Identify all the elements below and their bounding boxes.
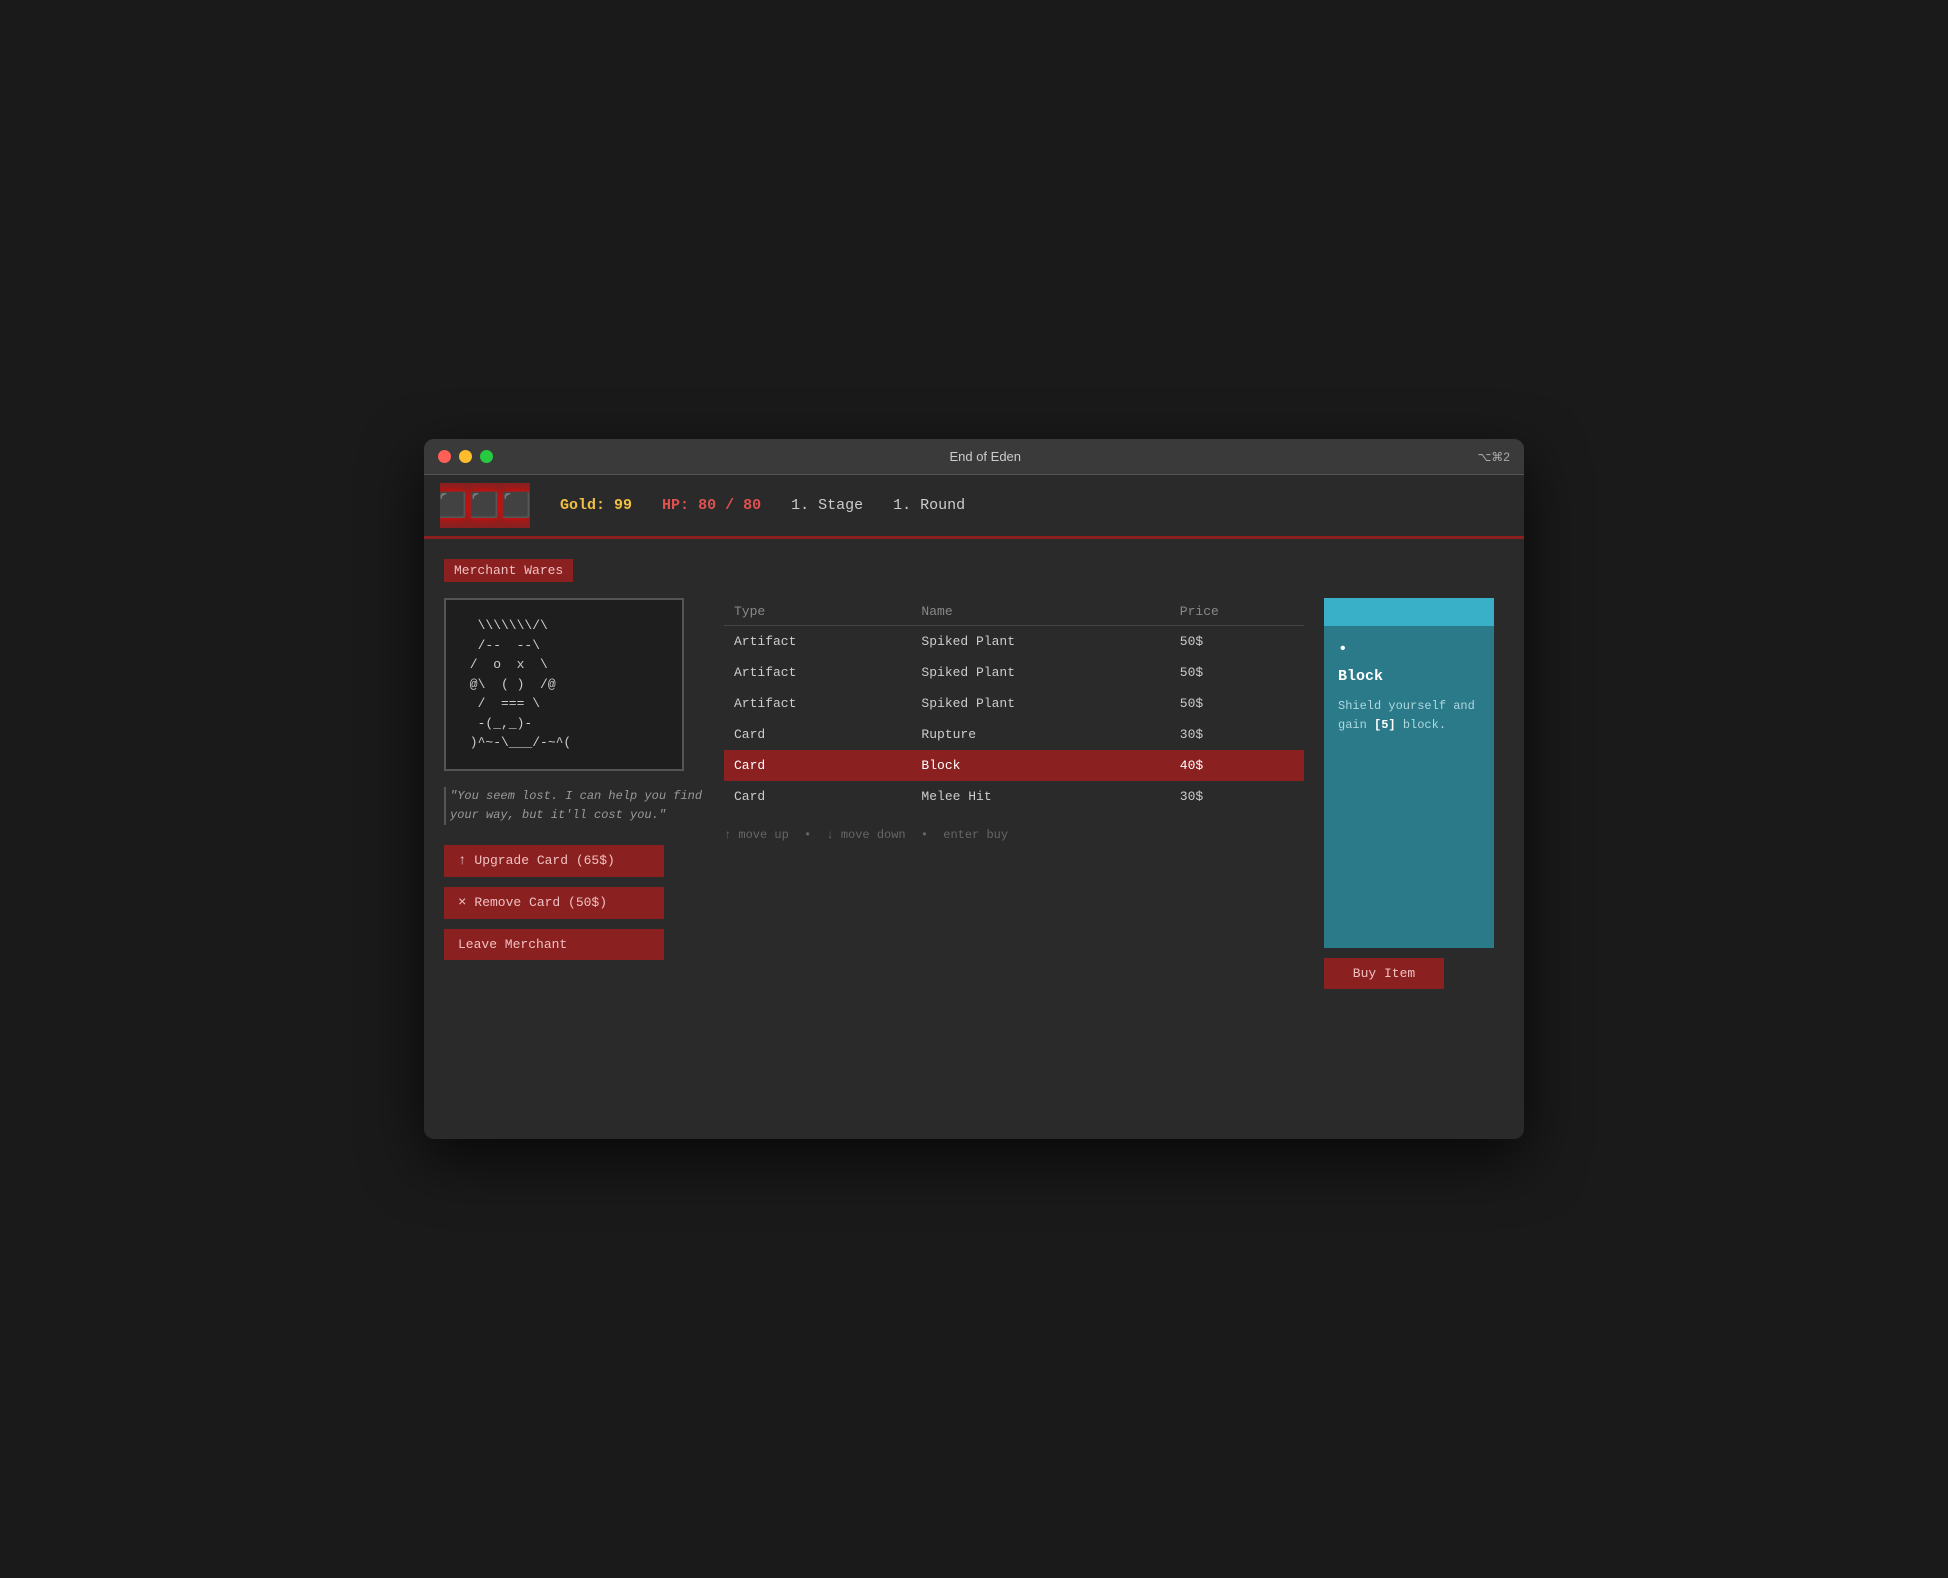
keyboard-shortcut: ⌥⌘2 bbox=[1477, 450, 1510, 464]
round-stat: 1. Round bbox=[893, 497, 965, 514]
left-panel: \\\\\\\/\ /-- --\ / o x \ @\ ( ) /@ / ==… bbox=[444, 598, 704, 989]
app-window: End of Eden ⌥⌘2 ⬛⬛⬛ Gold: 99 HP: 80 / 80… bbox=[424, 439, 1524, 1139]
merchant-art: \\\\\\\/\ /-- --\ / o x \ @\ ( ) /@ / ==… bbox=[444, 598, 684, 771]
right-panel: • Block Shield yourself and gain [5] blo… bbox=[1324, 598, 1504, 989]
main-layout: \\\\\\\/\ /-- --\ / o x \ @\ ( ) /@ / ==… bbox=[444, 598, 1504, 989]
game-logo: ⬛⬛⬛ bbox=[440, 483, 530, 528]
upgrade-card-button[interactable]: ↑ Upgrade Card (65$) bbox=[444, 845, 664, 877]
row-price: 30$ bbox=[1170, 781, 1304, 812]
table-hint: ↑ move up • ↓ move down • enter buy bbox=[724, 828, 1304, 842]
table-row-selected[interactable]: Card Block 40$ bbox=[724, 750, 1304, 781]
row-price: 40$ bbox=[1170, 750, 1304, 781]
window-title: End of Eden bbox=[949, 449, 1021, 464]
row-type: Artifact bbox=[724, 626, 911, 658]
section-title: Merchant Wares bbox=[444, 559, 573, 582]
minimize-button[interactable] bbox=[459, 450, 472, 463]
gold-stat: Gold: 99 bbox=[560, 497, 632, 514]
buy-item-button[interactable]: Buy Item bbox=[1324, 958, 1444, 989]
topbar: ⬛⬛⬛ Gold: 99 HP: 80 / 80 1. Stage 1. Rou… bbox=[424, 475, 1524, 539]
item-card-description: Shield yourself and gain [5] block. bbox=[1338, 697, 1480, 735]
row-type: Card bbox=[724, 750, 911, 781]
merchant-quote: "You seem lost. I can help you find your… bbox=[444, 787, 704, 825]
leave-merchant-button[interactable]: Leave Merchant bbox=[444, 929, 664, 960]
row-price: 50$ bbox=[1170, 626, 1304, 658]
col-price: Price bbox=[1170, 598, 1304, 626]
maximize-button[interactable] bbox=[480, 450, 493, 463]
titlebar: End of Eden ⌥⌘2 bbox=[424, 439, 1524, 475]
col-name: Name bbox=[911, 598, 1169, 626]
stage-stat: 1. Stage bbox=[791, 497, 863, 514]
row-type: Artifact bbox=[724, 657, 911, 688]
row-name: Spiked Plant bbox=[911, 626, 1169, 658]
item-card-name: Block bbox=[1338, 668, 1480, 685]
row-price: 50$ bbox=[1170, 657, 1304, 688]
table-row[interactable]: Artifact Spiked Plant 50$ bbox=[724, 657, 1304, 688]
table-row[interactable]: Card Rupture 30$ bbox=[724, 719, 1304, 750]
row-name: Spiked Plant bbox=[911, 657, 1169, 688]
item-card-bullet: • bbox=[1338, 640, 1480, 658]
row-price: 50$ bbox=[1170, 688, 1304, 719]
upgrade-icon: ↑ bbox=[458, 853, 466, 869]
items-table: Type Name Price Artifact Spiked Plant 50… bbox=[724, 598, 1304, 812]
traffic-lights bbox=[438, 450, 493, 463]
close-button[interactable] bbox=[438, 450, 451, 463]
item-card-body: • Block Shield yourself and gain [5] blo… bbox=[1324, 626, 1494, 948]
middle-panel: Type Name Price Artifact Spiked Plant 50… bbox=[724, 598, 1304, 989]
remove-card-button[interactable]: × Remove Card (50$) bbox=[444, 887, 664, 919]
row-type: Card bbox=[724, 781, 911, 812]
row-name: Block bbox=[911, 750, 1169, 781]
content-area: Merchant Wares \\\\\\\/\ /-- --\ / o x \… bbox=[424, 539, 1524, 1139]
row-name: Spiked Plant bbox=[911, 688, 1169, 719]
col-type: Type bbox=[724, 598, 911, 626]
row-type: Card bbox=[724, 719, 911, 750]
row-name: Melee Hit bbox=[911, 781, 1169, 812]
row-price: 30$ bbox=[1170, 719, 1304, 750]
table-row[interactable]: Card Melee Hit 30$ bbox=[724, 781, 1304, 812]
logo-text: ⬛⬛⬛ bbox=[440, 491, 530, 521]
remove-icon: × bbox=[458, 895, 466, 911]
table-row[interactable]: Artifact Spiked Plant 50$ bbox=[724, 626, 1304, 658]
hp-stat: HP: 80 / 80 bbox=[662, 497, 761, 514]
table-row[interactable]: Artifact Spiked Plant 50$ bbox=[724, 688, 1304, 719]
row-type: Artifact bbox=[724, 688, 911, 719]
row-name: Rupture bbox=[911, 719, 1169, 750]
item-card: • Block Shield yourself and gain [5] blo… bbox=[1324, 598, 1494, 948]
item-card-header bbox=[1324, 598, 1494, 626]
